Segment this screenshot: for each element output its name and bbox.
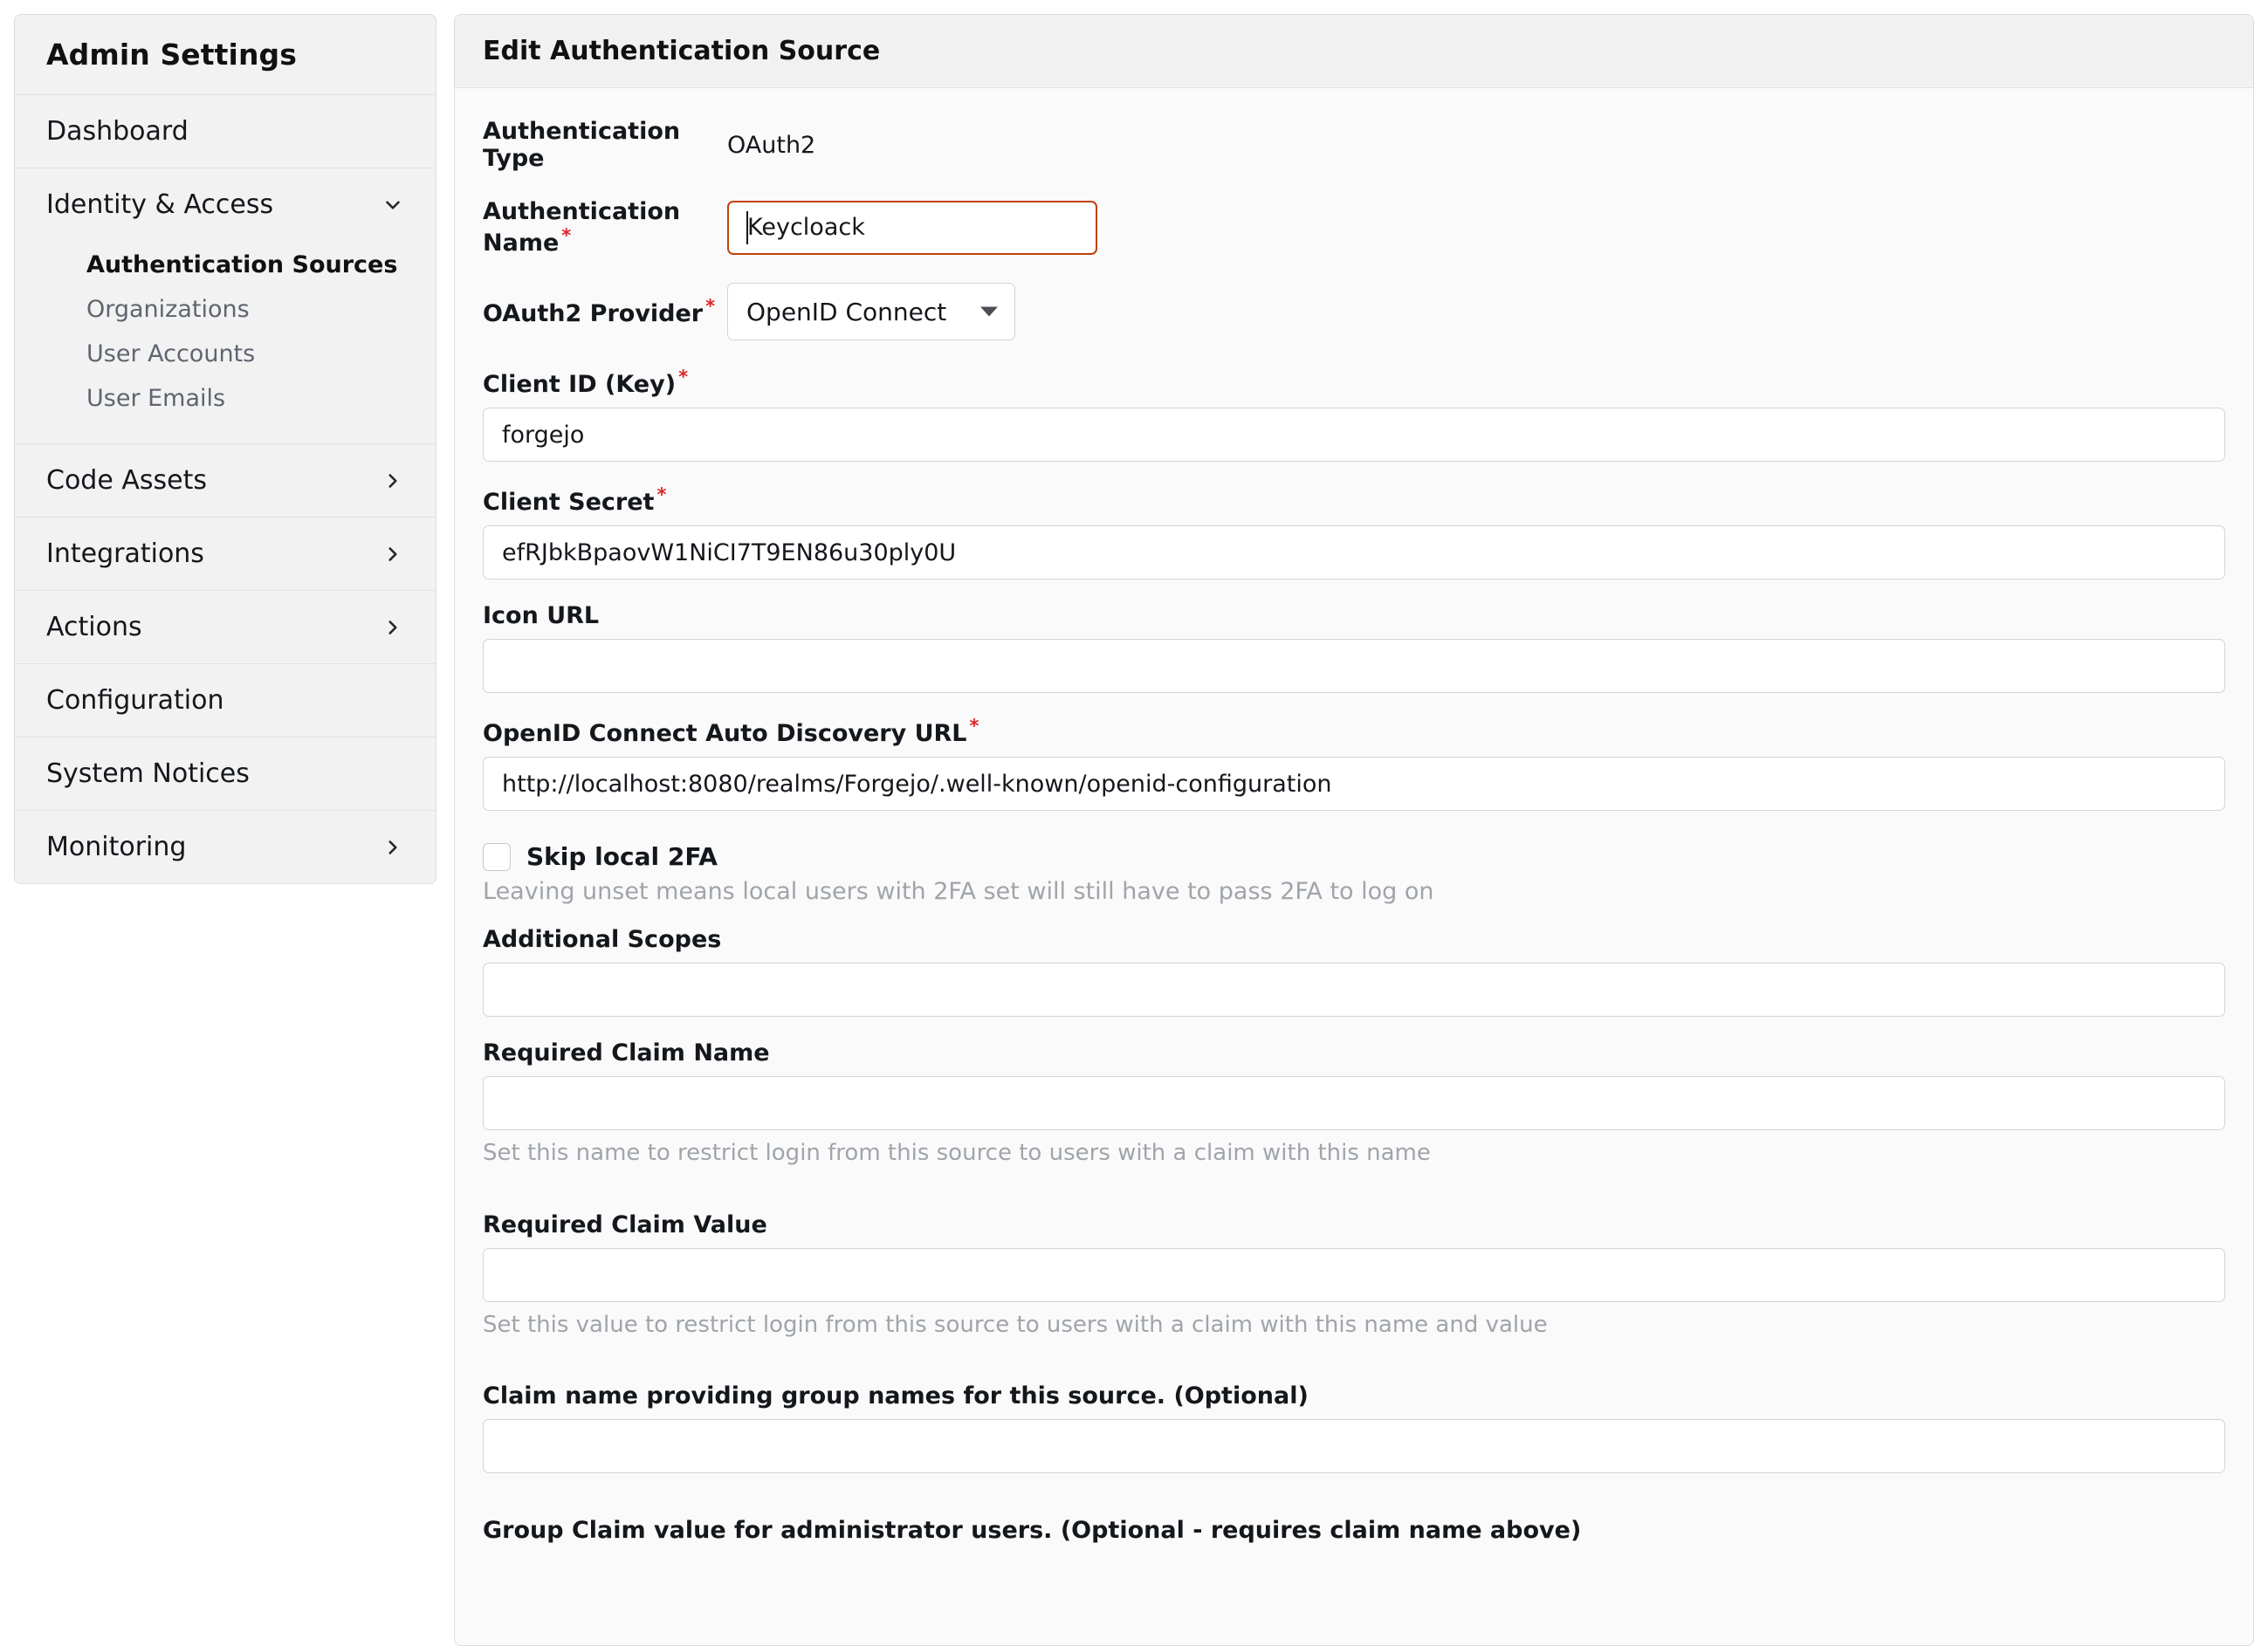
sidebar-item-identity-access[interactable]: Identity & Access bbox=[15, 168, 436, 241]
authentication-name-input-wrap bbox=[727, 200, 1097, 255]
oauth2-provider-selected-value: OpenID Connect bbox=[746, 297, 947, 326]
authentication-name-label: Authentication Name * bbox=[483, 198, 681, 257]
field-authentication-type: Authentication Type OAuth2 bbox=[483, 118, 2225, 172]
oauth2-provider-label: OAuth2 Provider * bbox=[483, 296, 716, 327]
required-claim-value-input[interactable] bbox=[483, 1247, 2225, 1302]
oauth2-provider-select[interactable]: OpenID Connect bbox=[727, 283, 1015, 340]
field-client-secret: Client Secret * bbox=[483, 484, 2225, 580]
additional-scopes-input[interactable] bbox=[483, 963, 2225, 1017]
group-admin-claim-label: Group Claim value for administrator user… bbox=[483, 1517, 1582, 1544]
client-secret-label: Client Secret * bbox=[483, 484, 667, 516]
authentication-name-input[interactable] bbox=[727, 200, 1097, 255]
edit-auth-source-panel: Edit Authentication Source Authenticatio… bbox=[454, 14, 2254, 1646]
additional-scopes-label: Additional Scopes bbox=[483, 926, 722, 953]
field-discovery-url: OpenID Connect Auto Discovery URL * bbox=[483, 716, 2225, 811]
field-icon-url: Icon URL bbox=[483, 602, 2225, 693]
sidebar-item-user-accounts[interactable]: User Accounts bbox=[15, 332, 436, 376]
discovery-url-label: OpenID Connect Auto Discovery URL * bbox=[483, 716, 979, 747]
sidebar-item-label: Identity & Access bbox=[46, 189, 274, 220]
chevron-right-icon bbox=[381, 836, 404, 859]
sidebar-item-organizations[interactable]: Organizations bbox=[15, 287, 436, 332]
sidebar-item-label: Configuration bbox=[46, 685, 224, 716]
text-cursor-icon bbox=[746, 210, 748, 244]
sidebar-item-authentication-sources[interactable]: Authentication Sources bbox=[15, 243, 436, 287]
sidebar-item-configuration[interactable]: Configuration bbox=[15, 664, 436, 737]
required-claim-name-hint: Set this name to restrict login from thi… bbox=[483, 1140, 1431, 1166]
required-claim-name-input[interactable] bbox=[483, 1076, 2225, 1130]
sidebar-group-identity-access: Identity & Access Authentication Sources… bbox=[15, 168, 436, 444]
field-authentication-name: Authentication Name * bbox=[483, 198, 2225, 257]
page-title: Edit Authentication Source bbox=[455, 15, 2253, 88]
auth-source-form: Authentication Type OAuth2 Authenticatio… bbox=[455, 88, 2253, 1561]
field-required-claim-name: Required Claim Name Set this name to res… bbox=[483, 1039, 2225, 1168]
sidebar-item-user-emails[interactable]: User Emails bbox=[15, 376, 436, 421]
chevron-right-icon bbox=[381, 470, 404, 492]
required-claim-name-label: Required Claim Name bbox=[483, 1039, 770, 1066]
sidebar-item-label: System Notices bbox=[46, 758, 250, 789]
sidebar-item-integrations[interactable]: Integrations bbox=[15, 518, 436, 591]
field-group-claim-name: Claim name providing group names for thi… bbox=[483, 1382, 2225, 1473]
sidebar-item-dashboard[interactable]: Dashboard bbox=[15, 95, 436, 168]
required-marker: * bbox=[705, 296, 716, 317]
field-client-id: Client ID (Key) * bbox=[483, 367, 2225, 462]
authentication-type-value: OAuth2 bbox=[727, 131, 816, 159]
field-oauth2-provider: OAuth2 Provider * OpenID Connect bbox=[483, 283, 2225, 340]
icon-url-label: Icon URL bbox=[483, 602, 600, 629]
field-additional-scopes: Additional Scopes bbox=[483, 926, 2225, 1017]
client-secret-input[interactable] bbox=[483, 525, 2225, 580]
sidebar-item-actions[interactable]: Actions bbox=[15, 591, 436, 664]
admin-sidebar: Admin Settings Dashboard Identity & Acce… bbox=[14, 14, 436, 884]
chevron-right-icon bbox=[381, 543, 404, 566]
admin-settings-page: Admin Settings Dashboard Identity & Acce… bbox=[0, 0, 2268, 1646]
sidebar-item-label: Monitoring bbox=[46, 832, 187, 862]
chevron-right-icon bbox=[381, 616, 404, 639]
required-marker: * bbox=[561, 225, 572, 246]
required-marker: * bbox=[678, 367, 689, 387]
required-claim-value-hint: Set this value to restrict login from th… bbox=[483, 1311, 1548, 1338]
sidebar-item-label: Code Assets bbox=[46, 465, 207, 496]
sidebar-item-label: Integrations bbox=[46, 538, 204, 569]
sidebar-item-system-notices[interactable]: System Notices bbox=[15, 737, 436, 811]
oauth2-provider-select-wrap: OpenID Connect bbox=[727, 283, 1015, 340]
sidebar-title: Admin Settings bbox=[15, 15, 436, 95]
client-id-label: Client ID (Key) * bbox=[483, 367, 689, 398]
group-claim-name-input[interactable] bbox=[483, 1419, 2225, 1473]
skip-local-2fa-checkbox[interactable] bbox=[483, 842, 511, 871]
sidebar-item-monitoring[interactable]: Monitoring bbox=[15, 811, 436, 883]
sidebar-subnav: Authentication Sources Organizations Use… bbox=[15, 241, 436, 443]
field-required-claim-value: Required Claim Value Set this value to r… bbox=[483, 1211, 2225, 1340]
client-id-input[interactable] bbox=[483, 408, 2225, 462]
field-skip-local-2fa: Skip local 2FA bbox=[483, 842, 2225, 871]
skip-local-2fa-label[interactable]: Skip local 2FA bbox=[526, 842, 718, 871]
sidebar-item-code-assets[interactable]: Code Assets bbox=[15, 444, 436, 518]
skip-local-2fa-hint: Leaving unset means local users with 2FA… bbox=[483, 878, 1434, 905]
required-claim-value-label: Required Claim Value bbox=[483, 1210, 767, 1238]
sidebar-item-label: Actions bbox=[46, 612, 142, 642]
discovery-url-input[interactable] bbox=[483, 757, 2225, 811]
group-claim-name-label: Claim name providing group names for thi… bbox=[483, 1382, 1309, 1409]
icon-url-input[interactable] bbox=[483, 639, 2225, 693]
sidebar-item-label: Dashboard bbox=[46, 116, 189, 147]
required-marker: * bbox=[656, 484, 667, 505]
required-marker: * bbox=[969, 716, 979, 737]
authentication-type-label: Authentication Type bbox=[483, 118, 681, 172]
chevron-down-icon bbox=[381, 194, 404, 216]
